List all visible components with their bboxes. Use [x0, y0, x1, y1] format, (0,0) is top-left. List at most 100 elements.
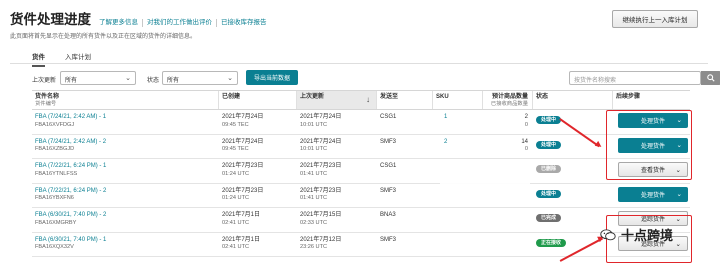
table-body: FBA (7/24/21, 2:42 AM) - 1 FBA16XVFDGJ 2… — [32, 110, 690, 257]
status-filter-select[interactable]: 所有 ⌄ — [162, 71, 238, 85]
header-links: 了解更多信息 对我们的工作做出评价 已接收库存报告 — [99, 19, 271, 27]
ship-to: CSG1 — [380, 163, 397, 169]
shipment-cell: FBA (6/30/21, 7:40 PM) - 1 FBA16XQX32V — [35, 237, 106, 252]
quantity-cell: 14 0 — [502, 139, 528, 154]
created-time: 09:45 TEC — [222, 146, 249, 152]
watermark: 十点跨境 — [600, 225, 673, 244]
shipment-cell: FBA (6/30/21, 7:40 PM) - 2 FBA16XMGRBY — [35, 212, 106, 227]
shipment-name-link[interactable]: FBA (6/30/21, 7:40 PM) - 1 — [35, 237, 106, 243]
shipment-id: FBA16YBXFN6 — [35, 195, 74, 201]
updated-cell: 2021年7月12日 23:26 UTC — [300, 237, 341, 252]
col-created: 已创建 — [218, 91, 296, 109]
shipment-search-input[interactable]: 按货件名称搜索 — [569, 71, 701, 85]
updated-time: 01:41 UTC — [300, 170, 328, 177]
updated-date: 2021年7月24日 — [300, 114, 342, 120]
created-cell: 2021年7月24日 09:45 TEC — [222, 139, 263, 154]
created-time: 01:24 UTC — [222, 170, 250, 177]
updated-time: 10:01 UTC — [300, 146, 328, 152]
chevron-down-icon: ⌄ — [125, 75, 131, 82]
col-last-updated[interactable]: 上次更新 ↓ — [296, 91, 376, 109]
ship-to: SMF3 — [380, 236, 397, 243]
table-row: FBA (7/24/21, 2:42 AM) - 2 FBA16XZBGJD 2… — [32, 135, 690, 159]
created-date: 2021年7月23日 — [222, 163, 264, 169]
last-updated-select[interactable]: 所有 ⌄ — [60, 71, 136, 85]
col-sku: SKU — [432, 91, 482, 109]
sku-count[interactable]: 2 — [444, 139, 447, 147]
received-inventory-report-link[interactable]: 已接收库存报告 — [217, 19, 271, 27]
sku-count[interactable]: 1 — [444, 114, 447, 122]
expected-quantity: 14 — [521, 138, 528, 145]
created-date: 2021年7月1日 — [222, 236, 261, 243]
col-status: 状态 — [532, 91, 612, 109]
table-header: 货件名称 货件编号 已创建 上次更新 ↓ 发送至 SKU 预计商品数量 已接收商品… — [32, 90, 690, 110]
shipment-name-link[interactable]: FBA (6/30/21, 7:40 PM) - 2 — [35, 212, 106, 218]
ship-to: SMF3 — [380, 138, 397, 145]
expected-quantity: 2 — [524, 114, 528, 120]
updated-date: 2021年7月15日 — [300, 212, 342, 218]
updated-time: 02:33 UTC — [300, 219, 328, 226]
feedback-link[interactable]: 对我们的工作做出评价 — [143, 19, 217, 27]
col-shipment-name: 货件名称 货件编号 — [35, 94, 60, 107]
status-badge: 处理中 — [536, 116, 562, 124]
quantity-cell: 2 0 — [502, 114, 528, 129]
updated-cell: 2021年7月24日 10:01 UTC — [300, 114, 341, 129]
shipment-name-link[interactable]: FBA (7/24/21, 2:42 AM) - 1 — [35, 114, 106, 120]
next-step-label: 处理货件 — [640, 192, 665, 199]
updated-cell: 2021年7月15日 02:33 UTC — [300, 212, 341, 227]
tab-inbound-plans[interactable]: 入库计划 — [65, 51, 91, 67]
watermark-text: 十点跨境 — [621, 228, 674, 243]
ship-to: SMF3 — [380, 187, 397, 194]
updated-time: 10:01 UTC — [300, 121, 328, 128]
shipment-name-link[interactable]: FBA (7/22/21, 6:24 PM) - 1 — [35, 163, 106, 169]
created-cell: 2021年7月1日 02:41 UTC — [222, 237, 260, 252]
created-time: 02:41 UTC — [222, 244, 250, 250]
status-filter-label: 状态 — [147, 78, 160, 84]
learn-more-link[interactable]: 了解更多信息 — [99, 19, 143, 27]
table-row: FBA (7/22/21, 6:24 PM) - 2 FBA16YBXFN6 2… — [32, 184, 690, 208]
shipment-id: FBA16XVFDGJ — [35, 121, 75, 128]
shipment-cell: FBA (7/24/21, 2:42 AM) - 2 FBA16XZBGJD — [35, 139, 106, 154]
last-updated-value: 所有 — [65, 78, 78, 84]
shipment-name-link[interactable]: FBA (7/24/21, 2:42 AM) - 2 — [35, 139, 106, 145]
tab-shipments[interactable]: 货件 — [32, 51, 45, 67]
created-cell: 2021年7月24日 09:45 TEC — [222, 114, 263, 129]
export-data-button[interactable]: 导出当前数据 — [246, 70, 298, 85]
received-quantity: 0 — [524, 146, 528, 152]
status-badge: 正在接收 — [536, 238, 567, 247]
status-badge: 处理中 — [536, 140, 562, 149]
created-cell: 2021年7月23日 01:24 UTC — [222, 188, 263, 203]
updated-time: 23:26 UTC — [300, 244, 328, 250]
updated-time: 01:41 UTC — [300, 195, 328, 201]
col-quantity: 预计商品数量 已接收商品数量 — [482, 91, 532, 109]
continue-plan-button[interactable]: 继续执行上一入库计划 — [612, 10, 698, 28]
shipment-name-link[interactable]: FBA (7/22/21, 6:24 PM) - 2 — [35, 188, 106, 194]
chevron-down-icon: ⌄ — [227, 75, 233, 82]
col-next-steps: 后续步骤 — [612, 91, 690, 109]
created-date: 2021年7月24日 — [222, 138, 264, 145]
shipments-table: 货件名称 货件编号 已创建 上次更新 ↓ 发送至 SKU 预计商品数量 已接收商品… — [32, 90, 690, 257]
search-button[interactable] — [701, 71, 720, 85]
shipment-cell: FBA (7/24/21, 2:42 AM) - 1 FBA16XVFDGJ — [35, 114, 106, 129]
ship-to: CSG1 — [380, 114, 397, 120]
tab-divider — [10, 63, 708, 64]
col-ship-to: 发送至 — [376, 91, 432, 109]
created-time: 01:24 UTC — [222, 195, 250, 201]
table-row: FBA (7/22/21, 6:24 PM) - 1 FBA16YTNLFSS … — [32, 159, 690, 184]
created-cell: 2021年7月23日 01:24 UTC — [222, 163, 263, 178]
shipment-id: FBA16XZBGJD — [35, 146, 75, 152]
created-date: 2021年7月23日 — [222, 187, 264, 194]
created-cell: 2021年7月1日 02:41 UTC — [222, 212, 260, 227]
shipment-id: FBA16YTNLFSS — [35, 170, 78, 177]
shipment-id: FBA16XMGRBY — [35, 219, 77, 226]
updated-date: 2021年7月12日 — [300, 236, 342, 243]
next-step-button[interactable]: 处理货件 ⌄ — [618, 186, 688, 202]
filter-bar: 上次更新 所有 ⌄ 状态 所有 ⌄ 导出当前数据 按货件名称搜索 — [32, 70, 720, 86]
redacted-area — [440, 160, 530, 204]
created-date: 2021年7月24日 — [222, 114, 264, 120]
updated-date: 2021年7月23日 — [300, 187, 342, 194]
updated-cell: 2021年7月23日 01:41 UTC — [300, 163, 341, 178]
received-quantity: 0 — [524, 121, 528, 128]
last-updated-label: 上次更新 — [32, 78, 57, 84]
created-date: 2021年7月1日 — [222, 212, 261, 218]
wechat-icon — [600, 228, 616, 240]
